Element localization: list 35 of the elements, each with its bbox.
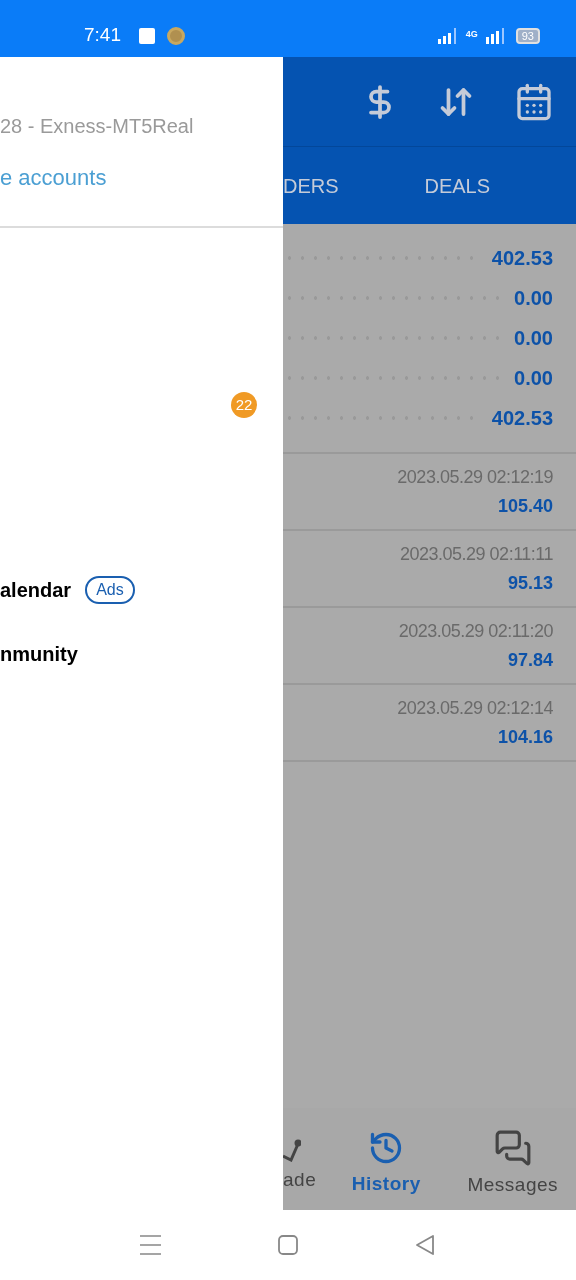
calendar-icon[interactable] — [514, 81, 554, 122]
messages-icon — [493, 1128, 532, 1167]
nav-tab[interactable]: History — [323, 1119, 450, 1199]
nav-tab[interactable]: Messages — [449, 1118, 576, 1200]
network-type: 4G — [465, 29, 478, 39]
deal-time: 2023.05.29 02:11:20 — [398, 619, 553, 643]
deal-amount: 104.16 — [497, 725, 553, 749]
summary-value: 402.53 — [491, 406, 553, 431]
nav-tab[interactable]: ade — [283, 1123, 323, 1195]
drawer-menu-item[interactable]: nmunity — [0, 639, 78, 669]
back-icon[interactable] — [415, 1234, 435, 1256]
home-icon[interactable] — [278, 1235, 298, 1255]
deal-time: 2023.05.29 02:12:19 — [397, 465, 553, 489]
summary-value: 0.00 — [514, 366, 553, 391]
ads-tag: Ads — [85, 576, 135, 604]
menu-icon[interactable] — [140, 1235, 161, 1255]
app-notification-icon — [167, 26, 185, 45]
deal-time: 2023.05.29 02:11:11 — [400, 542, 553, 566]
summary-value: 0.00 — [514, 326, 553, 351]
drawer-menu-item[interactable]: alendar — [0, 575, 72, 605]
battery-indicator: 93 — [515, 27, 540, 44]
deal-amount: 95.13 — [507, 571, 553, 595]
accounts-link[interactable]: e accounts — [0, 164, 283, 192]
status-time: 7:41 — [84, 23, 121, 48]
tab[interactable]: DERS — [283, 170, 339, 201]
deal-time: 2023.05.29 02:12:14 — [397, 696, 553, 720]
signal-icon — [485, 27, 504, 44]
signal-icon — [437, 27, 458, 44]
account-server: 28 - Exness-MT5Real — [0, 114, 195, 139]
count-badge: 22 — [231, 392, 257, 418]
deal-amount: 97.84 — [507, 648, 553, 672]
tab[interactable]: DEALS — [338, 170, 576, 201]
summary-value: 0.00 — [514, 286, 553, 311]
deal-amount: 105.40 — [497, 494, 553, 518]
summary-value: 402.53 — [491, 246, 553, 271]
